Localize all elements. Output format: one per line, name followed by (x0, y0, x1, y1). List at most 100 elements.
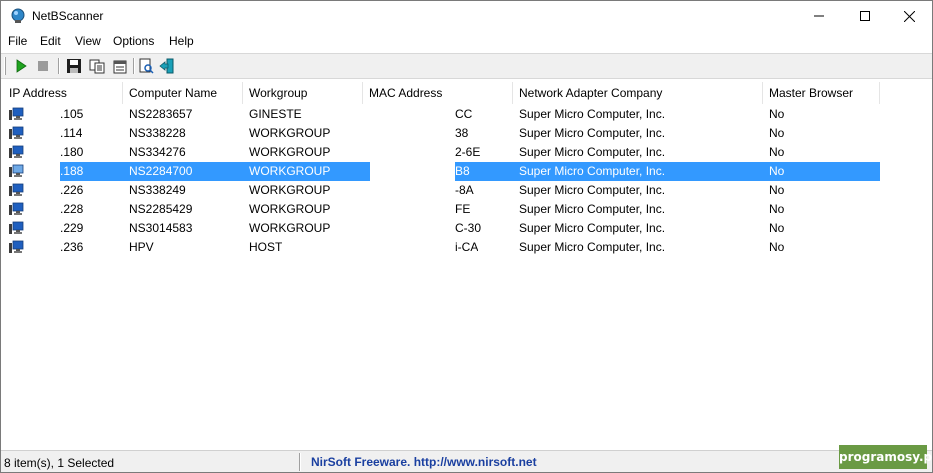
cell-company: Super Micro Computer, Inc. (519, 107, 666, 121)
cell-ip: .114 (60, 126, 83, 140)
cell-company: Super Micro Computer, Inc. (519, 240, 666, 254)
computer-icon (8, 240, 24, 255)
cell-mac: 2-6E (455, 145, 481, 159)
cell-master: No (769, 164, 785, 178)
exit-button[interactable] (158, 57, 176, 75)
cell-name: NS334276 (129, 145, 186, 159)
column-header-network-adapter-company[interactable]: Network Adapter Company (513, 82, 763, 104)
computer-icon (8, 126, 24, 141)
cell-mac: FE (455, 202, 471, 216)
table-row[interactable]: .236 HPV HOST i-CA Super Micro Computer, Inc… (3, 238, 930, 257)
nirsoft-link[interactable]: NirSoft Freeware. http://www.nirsoft.net (311, 455, 537, 469)
column-header-computer-name[interactable]: Computer Name (123, 82, 243, 104)
column-header-mac-address[interactable]: MAC Address (363, 82, 513, 104)
cell-ip: .180 (60, 145, 84, 159)
status-bar: 8 item(s), 1 Selected NirSoft Freeware. … (1, 450, 932, 472)
copy-button[interactable] (88, 57, 106, 75)
toolbar (1, 53, 932, 79)
watermark-badge: programosy.pl (839, 445, 933, 469)
properties-icon (113, 60, 127, 74)
menu-options[interactable]: Options (113, 34, 154, 48)
cell-company: Super Micro Computer, Inc. (519, 145, 666, 159)
menu-file[interactable]: File (8, 34, 27, 48)
cell-master: No (769, 107, 785, 121)
menu-view[interactable]: View (75, 34, 101, 48)
cell-ip: .226 (60, 183, 84, 197)
cell-ip: .236 (60, 240, 84, 254)
stop-scan-button[interactable] (34, 57, 52, 75)
cell-master: No (769, 126, 785, 140)
column-header-row: IP Address Computer Name Workgroup MAC A… (3, 82, 930, 104)
cell-workgroup: WORKGROUP (249, 221, 331, 235)
cell-name: NS338249 (129, 183, 186, 197)
column-header-master-browser[interactable]: Master Browser (763, 82, 880, 104)
cell-mac: B8 (455, 164, 470, 178)
cell-master: No (769, 183, 785, 197)
column-header-ip-address[interactable]: IP Address (3, 82, 123, 104)
cell-ip: .188 (60, 164, 84, 178)
cell-name: NS2284700 (129, 164, 193, 178)
cell-company: Super Micro Computer, Inc. (519, 183, 666, 197)
html-report-button[interactable] (137, 57, 155, 75)
cell-name: NS3014583 (129, 221, 193, 235)
status-divider (299, 453, 301, 471)
cell-company: Super Micro Computer, Inc. (519, 126, 666, 140)
cell-workgroup: WORKGROUP (249, 202, 331, 216)
cell-workgroup: WORKGROUP (249, 183, 331, 197)
cell-mac: i-CA (455, 240, 479, 254)
table-row[interactable]: .226 NS338249 WORKGROUP -8A Super Micro Comp… (3, 181, 930, 200)
stop-icon (38, 61, 48, 71)
table-row[interactable]: .105 NS2283657 GINESTE CC Super Micro Comput… (3, 105, 930, 124)
menu-help[interactable]: Help (169, 34, 194, 48)
title-bar[interactable]: NetBScanner (1, 1, 932, 31)
toolbar-grip[interactable] (4, 57, 6, 75)
table-row[interactable]: .114 NS338228 WORKGROUP 38 Super Micro Compu… (3, 124, 930, 143)
cell-master: No (769, 202, 785, 216)
cell-name: NS2283657 (129, 107, 193, 121)
start-scan-button[interactable] (12, 57, 30, 75)
cell-workgroup: WORKGROUP (249, 164, 331, 178)
toolbar-separator (58, 58, 60, 74)
table-row[interactable]: .188 NS2284700 WORKGROUP B8 Super Micro Comp… (3, 162, 930, 181)
cell-master: No (769, 240, 785, 254)
save-button[interactable] (65, 57, 83, 75)
netbscanner-app-icon (10, 8, 26, 24)
cell-master: No (769, 145, 785, 159)
results-list[interactable]: IP Address Computer Name Workgroup MAC A… (3, 82, 930, 448)
column-header-workgroup[interactable]: Workgroup (243, 82, 363, 104)
cell-workgroup: GINESTE (249, 107, 302, 121)
window-title: NetBScanner (32, 9, 104, 23)
menu-bar: File Edit View Options Help (1, 31, 932, 52)
cell-master: No (769, 221, 785, 235)
cell-workgroup: WORKGROUP (249, 126, 331, 140)
minimize-button[interactable] (796, 1, 842, 31)
cell-name: NS2285429 (129, 202, 193, 216)
cell-company: Super Micro Computer, Inc. (519, 202, 666, 216)
cell-mac: -8A (455, 183, 474, 197)
copy-icon (89, 59, 105, 74)
computer-icon (8, 183, 24, 198)
cell-company: Super Micro Computer, Inc. (519, 221, 666, 235)
report-search-icon (139, 58, 154, 74)
close-button[interactable] (886, 1, 932, 31)
cell-mac: 38 (455, 126, 469, 140)
cell-name: NS338228 (129, 126, 186, 140)
exit-door-icon (159, 58, 174, 74)
cell-mac: CC (455, 107, 473, 121)
item-count-status: 8 item(s), 1 Selected (4, 456, 115, 470)
table-row[interactable]: .180 NS334276 WORKGROUP 2-6E Super Micro Com… (3, 143, 930, 162)
app-window: NetBScanner File Edit View Options Help (0, 0, 933, 473)
table-row[interactable]: .229 NS3014583 WORKGROUP C-30 Super Micro Co… (3, 219, 930, 238)
floppy-disk-icon (67, 59, 81, 73)
cell-ip: .228 (60, 202, 84, 216)
cell-workgroup: HOST (249, 240, 283, 254)
play-icon (16, 59, 27, 73)
cell-ip: .105 (60, 107, 84, 121)
cell-workgroup: WORKGROUP (249, 145, 331, 159)
computer-icon (8, 164, 24, 179)
table-row[interactable]: .228 NS2285429 WORKGROUP FE Super Micro Comp… (3, 200, 930, 219)
menu-edit[interactable]: Edit (40, 34, 61, 48)
cell-name: HPV (129, 240, 154, 254)
properties-button[interactable] (111, 57, 129, 75)
maximize-button[interactable] (842, 1, 888, 31)
